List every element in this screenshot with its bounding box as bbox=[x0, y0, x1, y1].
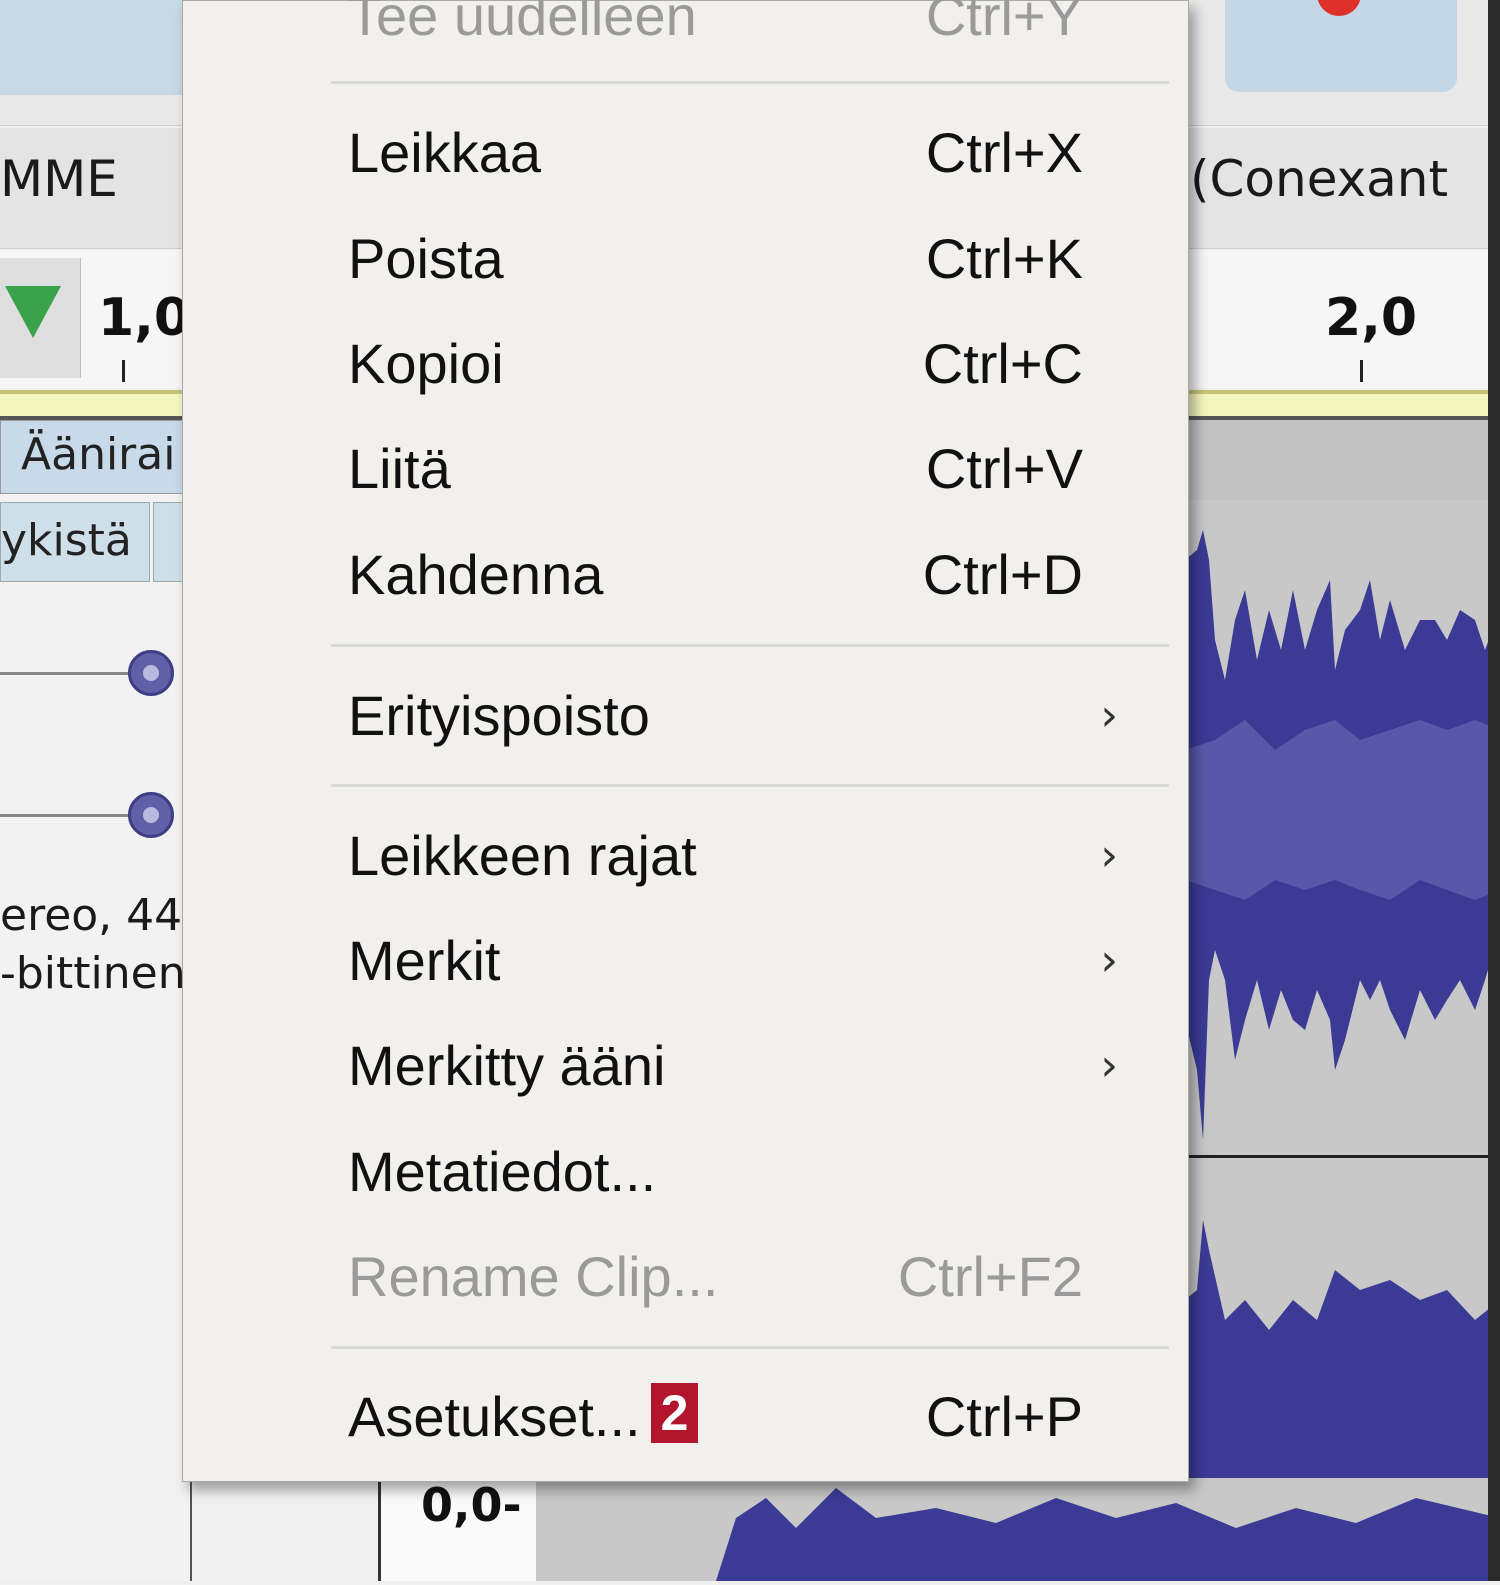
menu-item-shortcut: Ctrl+C bbox=[922, 332, 1083, 395]
menu-item-label: Asetukset... bbox=[348, 1385, 641, 1448]
clip-title-bar[interactable] bbox=[1185, 420, 1500, 500]
menu-item-label-wrap: Asetukset... 2 bbox=[348, 1367, 699, 1467]
menu-item-copy[interactable]: Kopioi Ctrl+C bbox=[348, 314, 1128, 414]
menu-item-clip-boundaries[interactable]: Leikkeen rajat › bbox=[348, 806, 1128, 906]
record-button[interactable] bbox=[1225, 0, 1457, 92]
ruler-tick bbox=[122, 360, 125, 382]
ruler-tick bbox=[1360, 360, 1363, 382]
track-info-line: ereo, 44 bbox=[0, 890, 183, 941]
menu-item-remove-special[interactable]: Erityispoisto › bbox=[348, 666, 1128, 766]
play-head-control[interactable] bbox=[0, 258, 81, 378]
recording-device-label[interactable]: (Conexant bbox=[1190, 150, 1448, 208]
menu-item-shortcut: Ctrl+X bbox=[925, 121, 1083, 184]
window-border bbox=[1488, 0, 1500, 1581]
menu-item-shortcut: Ctrl+V bbox=[925, 437, 1083, 500]
menu-item-preferences[interactable]: Asetukset... 2 Ctrl+P bbox=[348, 1367, 1128, 1467]
waveform-graphic bbox=[1185, 530, 1500, 1581]
menu-item-label: Metatiedot... bbox=[348, 1140, 657, 1203]
menu-item-rename-clip[interactable]: Rename Clip... Ctrl+F2 bbox=[348, 1227, 1128, 1327]
track-name: Äänirai bbox=[21, 429, 176, 480]
waveform-graphic bbox=[716, 1488, 1500, 1581]
chevron-right-icon: › bbox=[1100, 690, 1118, 741]
channel-separator bbox=[1185, 1155, 1500, 1158]
gain-slider-handle[interactable] bbox=[128, 650, 174, 696]
menu-item-duplicate[interactable]: Kahdenna Ctrl+D bbox=[348, 525, 1128, 625]
play-triangle-icon bbox=[5, 286, 61, 338]
menu-item-label: Erityispoisto bbox=[348, 684, 650, 747]
chevron-right-icon: › bbox=[1100, 935, 1118, 986]
track-button-label: ykistä bbox=[1, 515, 132, 566]
menu-item-label: Leikkeen rajat bbox=[348, 824, 697, 887]
menu-item-paste[interactable]: Liitä Ctrl+V bbox=[348, 419, 1128, 519]
ruler-tick-label: 2,0 bbox=[1325, 288, 1418, 348]
pan-slider-handle[interactable] bbox=[128, 792, 174, 838]
menu-item-shortcut: Ctrl+F2 bbox=[897, 1245, 1083, 1308]
menu-item-labeled-audio[interactable]: Merkitty ääni › bbox=[348, 1016, 1128, 1116]
menu-item-cut[interactable]: Leikkaa Ctrl+X bbox=[348, 103, 1128, 203]
menu-item-labels[interactable]: Merkit › bbox=[348, 911, 1128, 1011]
track-control-panel bbox=[0, 420, 192, 1581]
edit-menu: Tee uudelleen Ctrl+Y Leikkaa Ctrl+X Pois… bbox=[182, 0, 1189, 1482]
menu-item-shortcut: Ctrl+P bbox=[925, 1385, 1083, 1448]
ruler-tick-label: 1,0 bbox=[98, 288, 191, 348]
menu-item-label: Liitä bbox=[348, 437, 451, 500]
audio-host-label[interactable]: MME bbox=[0, 150, 118, 208]
vertical-scale: 0,0- bbox=[378, 1478, 539, 1581]
chevron-right-icon: › bbox=[1100, 830, 1118, 881]
chevron-right-icon: › bbox=[1100, 1040, 1118, 1091]
menu-item-label: Poista bbox=[348, 227, 504, 290]
menu-item-redo[interactable]: Tee uudelleen Ctrl+Y bbox=[348, 0, 1128, 66]
transport-button[interactable] bbox=[0, 0, 190, 95]
menu-separator bbox=[331, 644, 1169, 647]
menu-item-label: Kopioi bbox=[348, 332, 504, 395]
menu-item-shortcut: Ctrl+Y bbox=[925, 0, 1083, 47]
menu-separator bbox=[331, 784, 1169, 787]
menu-item-label: Merkit bbox=[348, 929, 501, 992]
track-info-line: -bittinen bbox=[0, 948, 186, 999]
menu-item-label: Tee uudelleen bbox=[348, 0, 697, 47]
waveform-area-bottom[interactable] bbox=[536, 1478, 1500, 1581]
menu-item-label: Rename Clip... bbox=[348, 1245, 719, 1308]
menu-separator bbox=[331, 81, 1169, 84]
step-badge: 2 bbox=[650, 1383, 699, 1443]
scale-label: 0,0- bbox=[421, 1478, 522, 1532]
menu-item-label: Kahdenna bbox=[348, 543, 604, 606]
menu-separator bbox=[331, 1346, 1169, 1349]
menu-item-shortcut: Ctrl+D bbox=[922, 543, 1083, 606]
menu-item-metadata[interactable]: Metatiedot... bbox=[348, 1122, 1128, 1222]
track-mute-button[interactable]: ykistä bbox=[0, 502, 150, 582]
waveform-area[interactable] bbox=[1185, 420, 1500, 1581]
menu-item-label: Leikkaa bbox=[348, 121, 542, 184]
menu-item-shortcut: Ctrl+K bbox=[925, 227, 1083, 290]
track-name-button[interactable]: Äänirai bbox=[0, 420, 187, 494]
menu-item-delete[interactable]: Poista Ctrl+K bbox=[348, 209, 1128, 309]
menu-item-label: Merkitty ääni bbox=[348, 1034, 666, 1097]
record-icon bbox=[1317, 0, 1361, 16]
